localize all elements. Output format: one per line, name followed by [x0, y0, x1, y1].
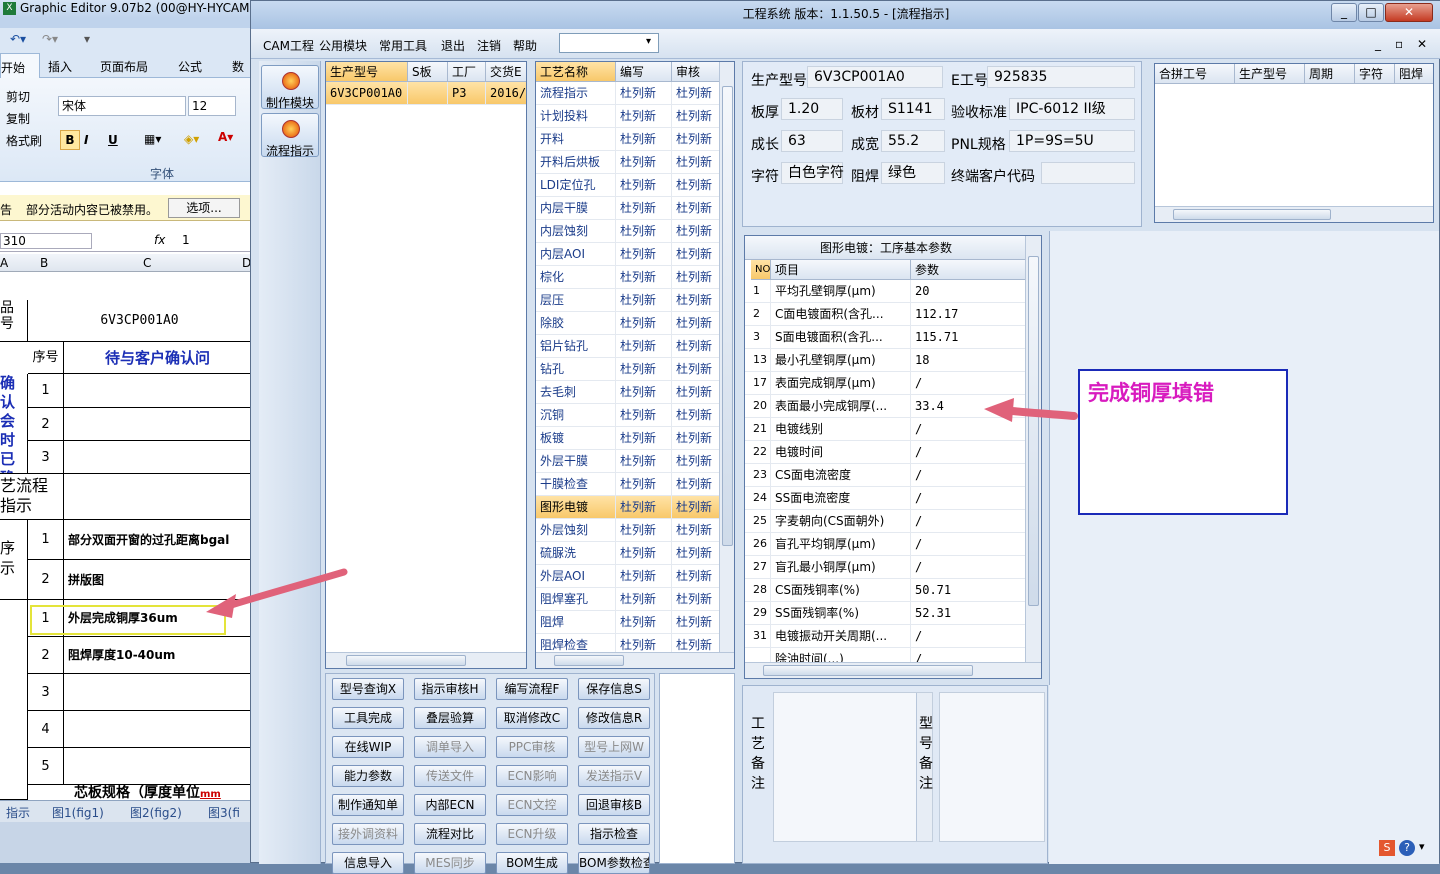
arrow-excel: [206, 568, 348, 618]
arrow-app: [984, 398, 1078, 422]
arrows-overlay: [206, 398, 1078, 618]
